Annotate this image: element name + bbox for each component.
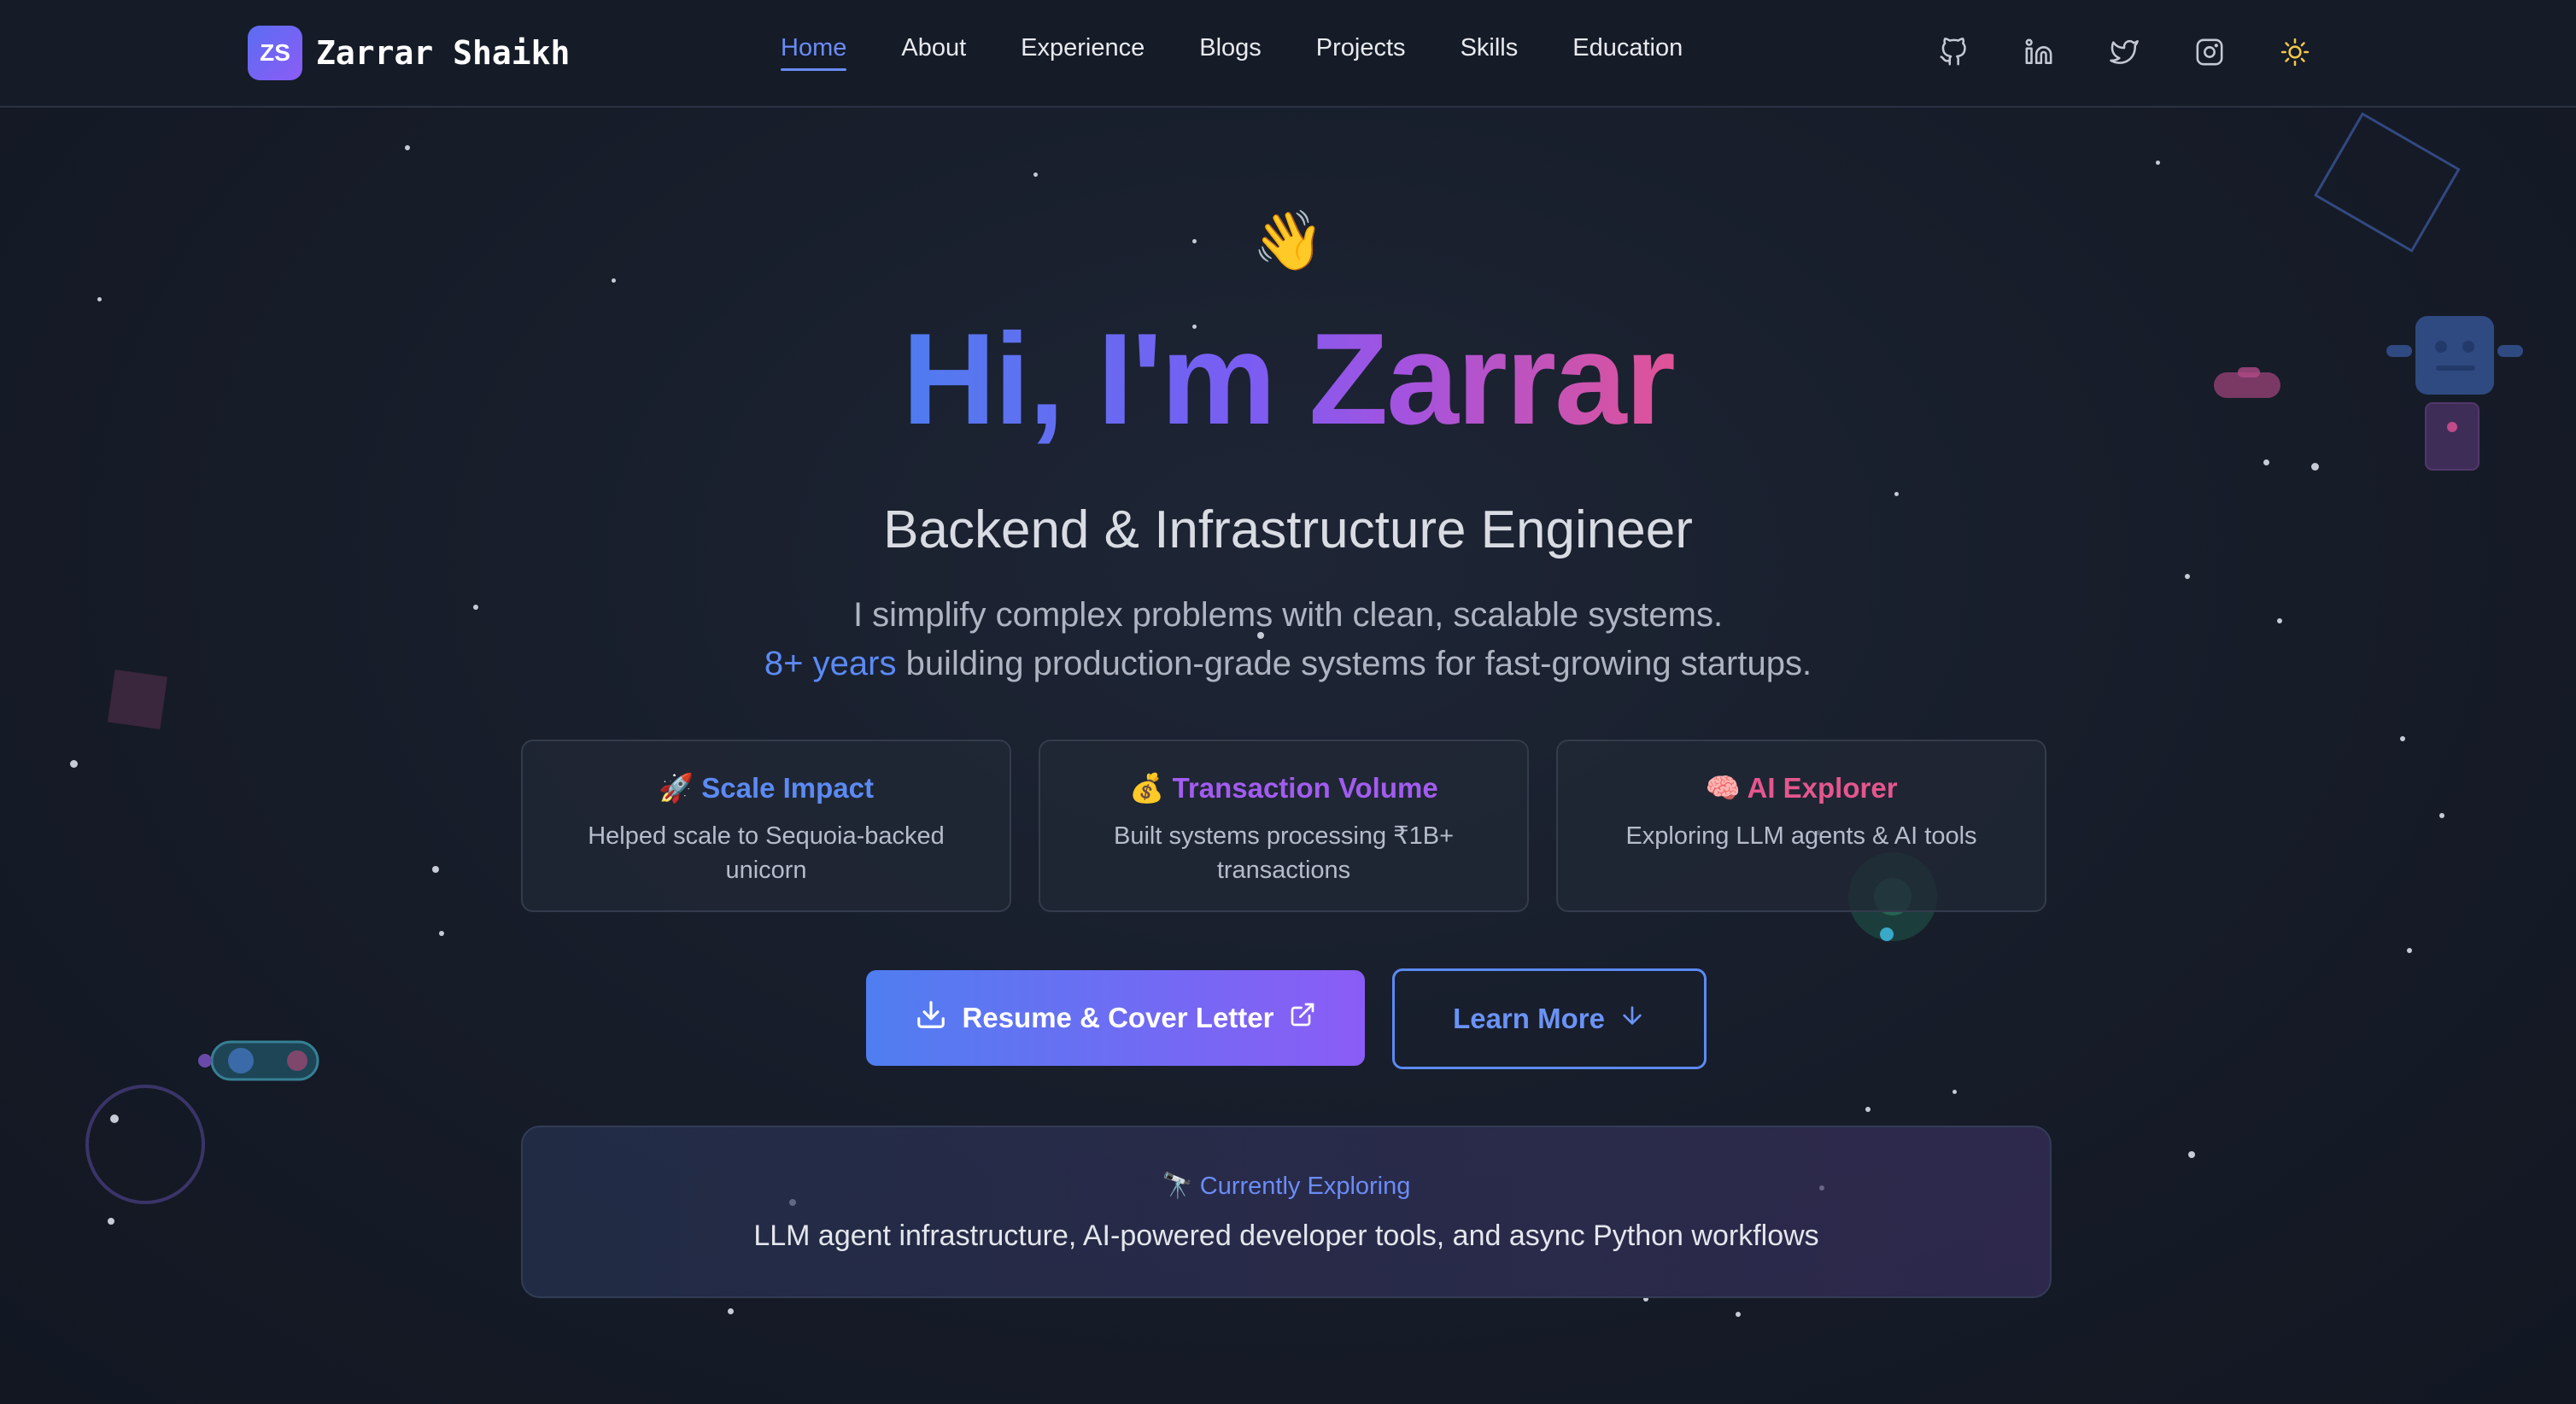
- star: [108, 1218, 114, 1225]
- card-scale-impact: 🚀 Scale Impact Helped scale to Sequoia-b…: [521, 740, 1011, 912]
- instagram-icon[interactable]: [2190, 32, 2229, 72]
- money-bag-icon: 💰: [1129, 772, 1165, 804]
- star: [1952, 1090, 1957, 1094]
- brain-icon: 🧠: [1705, 772, 1741, 804]
- card-description: Exploring LLM agents & AI tools: [1625, 822, 1977, 850]
- star: [2400, 736, 2405, 741]
- star: [1736, 1312, 1741, 1317]
- card-description: Helped scale to Sequoia-backed unicorn: [588, 822, 945, 884]
- card-title: 🧠 AI Explorer: [1558, 772, 2045, 805]
- hero-title-text: Hi, I'm Zarrar: [902, 307, 1676, 452]
- exploring-title: 🔭 Currently Exploring: [523, 1172, 2050, 1201]
- star: [1894, 492, 1899, 496]
- nav-item-about[interactable]: About: [901, 34, 966, 71]
- rocket-icon: 🚀: [658, 772, 694, 804]
- card-description: Built systems processing ₹1B+ transactio…: [1113, 822, 1455, 884]
- nav-item-blogs[interactable]: Blogs: [1199, 34, 1262, 71]
- highlight-cards: 🚀 Scale Impact Helped scale to Sequoia-b…: [521, 740, 2046, 912]
- star: [97, 297, 102, 301]
- card-title: 🚀 Scale Impact: [523, 772, 1010, 805]
- brand-logo: ZS: [248, 26, 302, 80]
- currently-exploring-panel: 🔭 Currently Exploring LLM agent infrastr…: [521, 1126, 2052, 1298]
- nav-item-experience[interactable]: Experience: [1021, 34, 1145, 71]
- resume-button-label: Resume & Cover Letter: [962, 1002, 1274, 1033]
- star: [1033, 173, 1038, 177]
- tagline-line-1: I simplify complex problems with clean, …: [852, 596, 1724, 634]
- tagline-line-2: 8+ years building production-grade syste…: [0, 640, 2576, 688]
- star: [2188, 1151, 2195, 1158]
- sun-icon[interactable]: [2275, 32, 2315, 72]
- role-subtitle: Backend & Infrastructure Engineer: [883, 500, 1693, 559]
- brand[interactable]: ZS Zarrar Shaikh: [248, 26, 570, 80]
- circle-outline-shape: [85, 1085, 205, 1204]
- star: [1865, 1107, 1871, 1112]
- card-title: 💰 Transaction Volume: [1040, 772, 1527, 805]
- nav-item-education[interactable]: Education: [1572, 34, 1683, 71]
- tagline: I simplify complex problems with clean, …: [0, 591, 2576, 688]
- star: [70, 760, 78, 768]
- nav-item-projects[interactable]: Projects: [1316, 34, 1406, 71]
- star: [432, 866, 439, 873]
- star: [2185, 574, 2190, 579]
- star: [612, 278, 616, 283]
- star: [2263, 459, 2269, 465]
- arrow-down-icon: [1619, 1002, 1646, 1036]
- navbar: ZS Zarrar Shaikh Home About Experience B…: [0, 0, 2576, 108]
- nav-item-home[interactable]: Home: [781, 34, 847, 71]
- star: [2311, 463, 2319, 471]
- nav-item-skills[interactable]: Skills: [1461, 34, 1519, 71]
- twitter-icon[interactable]: [2105, 32, 2144, 72]
- star: [405, 145, 410, 150]
- tagline-highlight: 8+ years: [764, 645, 897, 682]
- star: [1192, 239, 1197, 243]
- github-icon[interactable]: [1934, 32, 1973, 72]
- learn-more-button[interactable]: Learn More: [1392, 968, 1707, 1069]
- card-title-text: AI Explorer: [1747, 772, 1898, 804]
- star: [439, 931, 444, 936]
- card-ai-explorer: 🧠 AI Explorer Exploring LLM agents & AI …: [1556, 740, 2046, 912]
- capsule-shape: [198, 1040, 319, 1081]
- external-link-icon: [1289, 1001, 1316, 1035]
- linkedin-icon[interactable]: [2019, 32, 2058, 72]
- hero-title: Hi, I'm Zarrar: [0, 314, 2576, 444]
- exploring-text: LLM agent infrastructure, AI-powered dev…: [753, 1220, 1819, 1252]
- tagline-line-2-text: building production-grade systems for fa…: [896, 645, 1812, 682]
- download-icon: [915, 998, 947, 1038]
- star: [2407, 948, 2412, 953]
- waving-hand-emoji: 👋: [1252, 208, 1325, 273]
- card-transaction-volume: 💰 Transaction Volume Built systems proce…: [1039, 740, 1529, 912]
- telescope-icon: 🔭: [1162, 1173, 1193, 1200]
- exploring-title-text: Currently Exploring: [1199, 1173, 1411, 1200]
- card-title-text: Scale Impact: [701, 772, 875, 804]
- card-title-text: Transaction Volume: [1172, 772, 1438, 804]
- outline-square-shape: [2314, 112, 2461, 253]
- nav-links: Home About Experience Blogs Projects Ski…: [781, 34, 1683, 71]
- star: [2156, 161, 2160, 165]
- star: [728, 1308, 734, 1314]
- star: [2439, 813, 2444, 818]
- resume-button[interactable]: Resume & Cover Letter: [866, 970, 1365, 1066]
- brand-name: Zarrar Shaikh: [316, 34, 571, 72]
- social-links: [1934, 32, 2315, 72]
- learn-more-label: Learn More: [1453, 1003, 1605, 1034]
